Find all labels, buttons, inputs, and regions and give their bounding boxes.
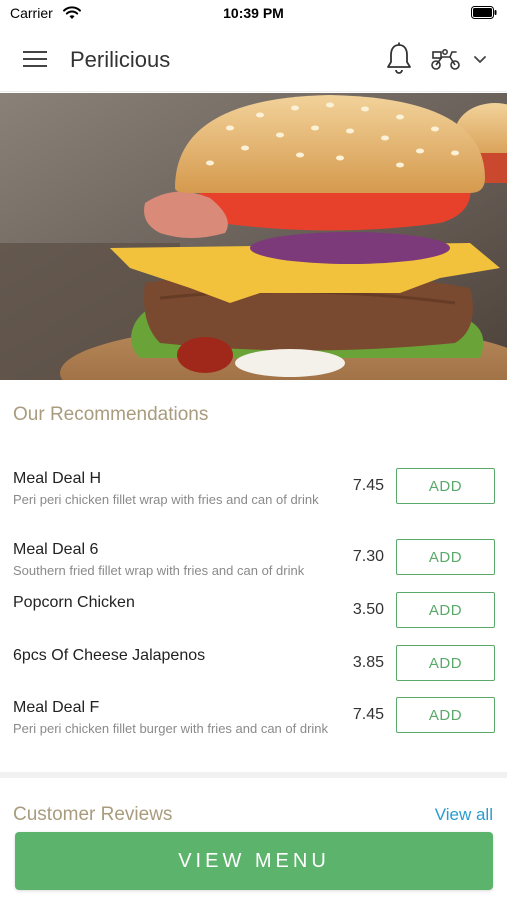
item-price: 7.45	[352, 477, 384, 494]
reviews-title: Customer Reviews	[13, 804, 173, 825]
app-title: Perilicious	[70, 47, 171, 72]
bell-icon[interactable]	[384, 42, 414, 76]
status-time: 10:39 PM	[223, 5, 284, 21]
view-menu-button[interactable]: VIEW MENU	[15, 832, 493, 890]
view-all-reviews-link[interactable]: View all	[435, 805, 493, 825]
item-name: Popcorn Chicken	[13, 594, 135, 611]
chevron-down-icon[interactable]	[473, 54, 487, 64]
item-price: 3.85	[352, 654, 384, 671]
item-description: Peri peri chicken fillet wrap with fries…	[13, 492, 319, 507]
item-price: 7.45	[352, 706, 384, 723]
item-description: Peri peri chicken fillet burger with fri…	[13, 721, 329, 736]
item-description: Southern fried fillet wrap with fries an…	[13, 563, 305, 578]
add-button[interactable]: ADD	[396, 697, 495, 733]
menu-icon[interactable]	[23, 49, 47, 69]
status-bar: Carrier 10:39 PM	[0, 0, 507, 28]
item-name: Meal Deal F	[13, 699, 100, 716]
add-button[interactable]: ADD	[396, 645, 495, 681]
battery-icon	[471, 6, 497, 19]
add-button[interactable]: ADD	[396, 539, 495, 575]
section-divider	[0, 772, 507, 778]
add-button[interactable]: ADD	[396, 468, 495, 504]
hero-burger-image	[0, 93, 507, 380]
burger-photo	[0, 93, 507, 380]
item-name: 6pcs Of Cheese Jalapenos	[13, 647, 206, 664]
item-name: Meal Deal 6	[13, 541, 99, 558]
delivery-scooter-icon[interactable]	[430, 48, 462, 70]
item-price: 7.30	[352, 548, 384, 565]
top-nav-bar: Perilicious	[0, 28, 507, 92]
item-price: 3.50	[352, 601, 384, 618]
recommendations-title: Our Recommendations	[13, 404, 209, 425]
add-button[interactable]: ADD	[396, 592, 495, 628]
item-name: Meal Deal H	[13, 470, 102, 487]
